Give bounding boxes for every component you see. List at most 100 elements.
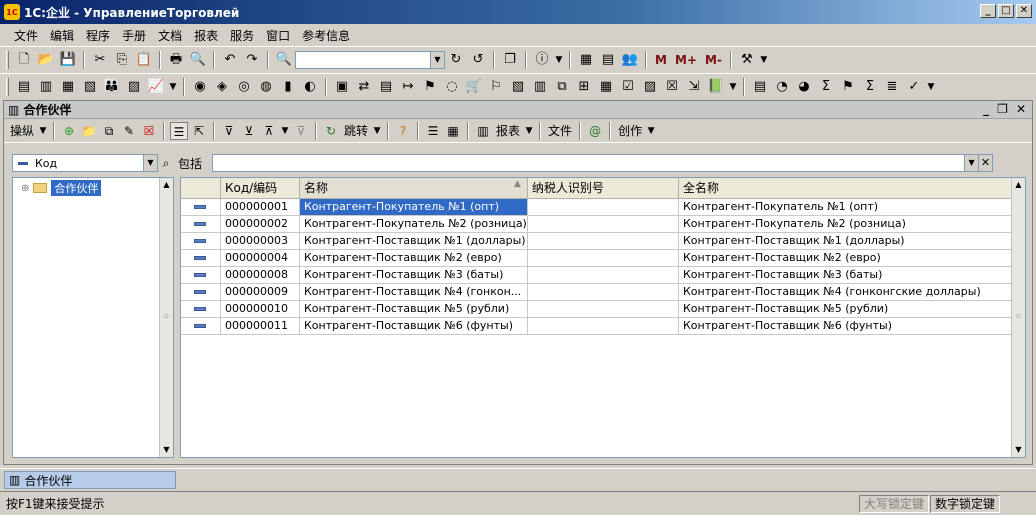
doc-export-icon[interactable]: ⇲: [685, 78, 703, 96]
cell-name[interactable]: Контрагент-Покупатель №2 (розница): [299, 215, 528, 233]
cell-inn[interactable]: [527, 198, 679, 216]
doc-plus-icon[interactable]: ⊞: [575, 78, 593, 96]
chevron-down-icon[interactable]: ▼: [727, 82, 739, 92]
table-row[interactable]: 000000008 Контрагент-Поставщик №3 (баты) К…: [181, 266, 1025, 284]
report-list-icon[interactable]: ≣: [883, 78, 901, 96]
maximize-button[interactable]: □: [998, 4, 1014, 18]
cell-inn[interactable]: [527, 249, 679, 267]
chevron-down-icon[interactable]: ▼: [758, 55, 770, 65]
scroll-down-icon[interactable]: ▼: [1012, 443, 1025, 457]
doc-cross-icon[interactable]: ☒: [663, 78, 681, 96]
stack-icon[interactable]: ▦: [59, 78, 77, 96]
table-row[interactable]: 000000009 Контрагент-Поставщик №4 (гонкон…: [181, 283, 1025, 301]
tree-view-icon[interactable]: ▦: [444, 122, 462, 140]
row-type-cell[interactable]: [181, 317, 221, 335]
menu-documents[interactable]: 文档: [152, 27, 188, 44]
scroll-grip-icon[interactable]: ▫: [160, 312, 173, 324]
users-icon[interactable]: 👥: [621, 51, 639, 69]
report-check-icon[interactable]: ✓: [905, 78, 923, 96]
filter-value-input[interactable]: ▼ ✕: [212, 154, 994, 172]
menu-reference[interactable]: 参考信息: [296, 27, 356, 44]
table-scrollbar[interactable]: ▲ ▫ ▼: [1011, 178, 1025, 457]
restore-child-button[interactable]: ❐: [997, 102, 1008, 116]
filter-icon[interactable]: ⊽: [220, 122, 238, 140]
cell-full[interactable]: Контрагент-Поставщик №6 (фунты): [678, 317, 1025, 335]
cell-code[interactable]: 000000009: [220, 283, 300, 301]
cell-inn[interactable]: [527, 215, 679, 233]
doc-green-icon[interactable]: ▧: [509, 78, 527, 96]
row-type-cell[interactable]: [181, 300, 221, 318]
chevron-down-icon[interactable]: ▼: [143, 155, 157, 171]
row-type-cell[interactable]: [181, 266, 221, 284]
add-folder-icon[interactable]: 📁: [80, 122, 98, 140]
edit-pencil-icon[interactable]: ✎: [120, 122, 138, 140]
cell-full[interactable]: Контрагент-Поставщик №5 (рубли): [678, 300, 1025, 318]
redo-icon[interactable]: ↷: [243, 51, 261, 69]
filter-field-select[interactable]: Код ▼: [12, 154, 158, 172]
bank-icon[interactable]: ◐: [301, 78, 319, 96]
menu-window[interactable]: 窗口: [260, 27, 296, 44]
menu-service[interactable]: 服务: [224, 27, 260, 44]
tree-item-root[interactable]: ⊕ 合作伙伴: [21, 180, 102, 196]
close-button[interactable]: ✕: [1016, 4, 1032, 18]
doc-pay-icon[interactable]: ▨: [641, 78, 659, 96]
partners-table[interactable]: Код/编码 名称 ▲ 纳税人识别号 全名称 000000001 Контраге…: [180, 177, 1026, 458]
order-icon[interactable]: ◉: [191, 78, 209, 96]
refresh-icon[interactable]: ↻: [322, 122, 340, 140]
tree-scrollbar[interactable]: ▲ ▫ ▼: [159, 178, 173, 457]
cell-full[interactable]: Контрагент-Поставщик №3 (баты): [678, 266, 1025, 284]
table-row[interactable]: 000000011 Контрагент-Поставщик №6 (фунты)…: [181, 317, 1025, 335]
filter-value-icon[interactable]: ⊻: [240, 122, 258, 140]
minimize-child-button[interactable]: _: [983, 102, 989, 116]
print-icon[interactable]: 🖶: [167, 51, 185, 69]
invoice-icon[interactable]: ▤: [377, 78, 395, 96]
coins-icon[interactable]: ◌: [443, 78, 461, 96]
cell-name[interactable]: Контрагент-Поставщик №5 (рубли): [299, 300, 528, 318]
row-type-cell[interactable]: [181, 215, 221, 233]
chart-icon[interactable]: 📈: [147, 78, 165, 96]
scroll-up-icon[interactable]: ▲: [160, 178, 173, 192]
chevron-down-icon[interactable]: ▼: [371, 126, 383, 136]
filter-list-icon[interactable]: ⊼: [260, 122, 278, 140]
menu-file[interactable]: 文件: [8, 27, 44, 44]
cell-name[interactable]: Контрагент-Покупатель №1 (опт): [299, 198, 528, 216]
doc-blue-icon[interactable]: ▥: [531, 78, 549, 96]
memory-plus-button[interactable]: M+: [675, 53, 697, 67]
scroll-up-icon[interactable]: ▲: [1012, 178, 1025, 192]
menu-catalogs[interactable]: 手册: [116, 27, 152, 44]
calculator-icon[interactable]: ▦: [577, 51, 595, 69]
clear-icon[interactable]: ✕: [978, 155, 993, 171]
receipt-icon[interactable]: ▣: [333, 78, 351, 96]
table-row[interactable]: 000000004 Контрагент-Поставщик №2 (евро) К…: [181, 249, 1025, 267]
table-row[interactable]: 000000001 Контрагент-Покупатель №1 (опт) К…: [181, 198, 1025, 216]
cut-icon[interactable]: ✂: [91, 51, 109, 69]
find-icon[interactable]: 🔍: [275, 51, 293, 69]
cell-inn[interactable]: [527, 266, 679, 284]
write-off-icon[interactable]: ⚐: [487, 78, 505, 96]
row-type-cell[interactable]: [181, 198, 221, 216]
documents-icon[interactable]: ▥: [37, 78, 55, 96]
print-preview-icon[interactable]: 🔍: [189, 51, 207, 69]
doc-table-icon[interactable]: ▦: [597, 78, 615, 96]
new-document-icon[interactable]: 🗋: [15, 51, 33, 69]
cell-inn[interactable]: [527, 300, 679, 318]
actions-menu[interactable]: 操纵: [7, 122, 37, 139]
cell-name[interactable]: Контрагент-Поставщик №6 (фунты): [299, 317, 528, 335]
toolbar-grip[interactable]: [6, 50, 9, 69]
cart-icon[interactable]: 🛒: [465, 78, 483, 96]
chevron-down-icon[interactable]: ▼: [430, 51, 444, 68]
payment-icon[interactable]: ◍: [257, 78, 275, 96]
scroll-grip-icon[interactable]: ▫: [1012, 312, 1025, 324]
report-sum-icon[interactable]: Σ: [817, 78, 835, 96]
cell-inn[interactable]: [527, 283, 679, 301]
chevron-down-icon[interactable]: ▼: [167, 82, 179, 92]
menu-edit[interactable]: 编辑: [44, 27, 80, 44]
book-icon[interactable]: 📗: [707, 78, 725, 96]
cell-code[interactable]: 000000008: [220, 266, 300, 284]
doc-copy-icon[interactable]: ⧉: [553, 78, 571, 96]
add-icon[interactable]: ⊕: [60, 122, 78, 140]
cash-icon[interactable]: ▮: [279, 78, 297, 96]
cell-code[interactable]: 000000003: [220, 232, 300, 250]
people-icon[interactable]: 👪: [103, 78, 121, 96]
report-user-icon[interactable]: ◔: [773, 78, 791, 96]
